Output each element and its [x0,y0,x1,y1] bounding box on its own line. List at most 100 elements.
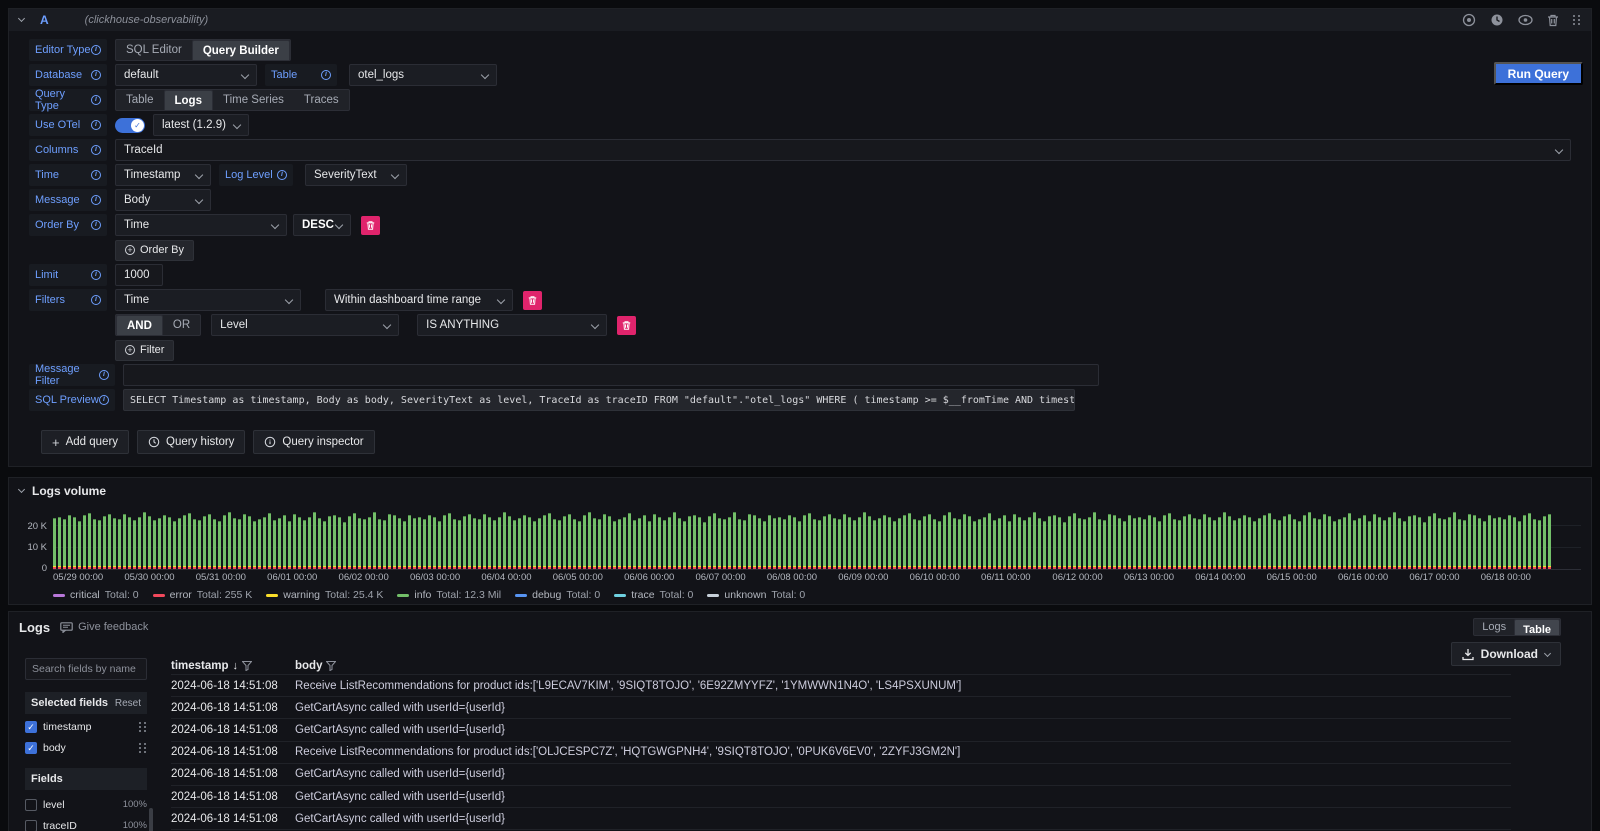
legend-item-error[interactable]: errorTotal: 255 K [153,589,253,601]
table-row[interactable]: 2024-06-18 14:51:08GetCartAsync called w… [171,763,1511,785]
info-icon[interactable]: i [91,195,101,205]
volume-bar [1443,519,1446,569]
duplicate-icon[interactable] [1462,13,1476,27]
filter-funnel-icon[interactable] [326,661,336,671]
collapse-chevron-icon[interactable] [18,486,25,493]
table-row[interactable]: 2024-06-18 14:51:08GetCartAsync called w… [171,807,1511,829]
columns-multiselect[interactable]: TraceId [115,139,1571,161]
available-field-traceID[interactable]: traceID100% [25,817,147,831]
selected-field-timestamp[interactable]: ✓timestamp [25,718,147,735]
add-filter-button[interactable]: +Filter [115,340,174,361]
otel-version-select[interactable]: latest (1.2.9) [153,114,249,136]
add-order-by-button[interactable]: +Order By [115,240,194,261]
checkbox-unchecked[interactable] [25,799,37,811]
query-inspector-button[interactable]: Query inspector [253,430,374,454]
info-icon[interactable]: i [99,395,109,405]
order-by-direction-select[interactable]: DESC [293,214,351,236]
and-option[interactable]: AND [116,315,163,336]
legend-item-trace[interactable]: traceTotal: 0 [614,589,693,601]
legend-item-unknown[interactable]: unknownTotal: 0 [707,589,805,601]
add-query-button[interactable]: +Add query [41,430,129,454]
database-select[interactable]: default [115,64,257,86]
filter2-field-select[interactable]: Level [211,314,399,336]
query-type-timeseries[interactable]: Time Series [213,90,294,110]
legend-item-warning[interactable]: warningTotal: 25.4 K [266,589,383,601]
use-otel-toggle[interactable]: ✓ [115,118,145,133]
or-option[interactable]: OR [163,315,200,335]
filter2-operator-select[interactable]: IS ANYTHING [417,314,607,336]
checkbox-checked[interactable]: ✓ [25,721,37,733]
limit-input[interactable]: 1000 [115,264,163,286]
info-icon[interactable]: i [91,270,101,280]
eye-icon[interactable] [1518,14,1533,26]
remove-order-by-button[interactable] [361,216,380,235]
remove-filter-button[interactable] [523,291,542,310]
selected-field-body[interactable]: ✓body [25,739,147,756]
table-row[interactable]: 2024-06-18 14:51:08GetCartAsync called w… [171,718,1511,740]
info-icon[interactable]: i [91,95,101,105]
order-by-field-select[interactable]: Time [115,214,287,236]
sql-editor-option[interactable]: SQL Editor [116,40,192,60]
volume-bar [693,515,696,569]
table-row[interactable]: 2024-06-18 14:51:08GetCartAsync called w… [171,785,1511,807]
info-icon[interactable]: i [91,170,101,180]
filter-operator-select[interactable]: Within dashboard time range [325,289,513,311]
query-type-table[interactable]: Table [116,90,164,110]
log-level-select[interactable]: SeverityText [305,164,407,186]
available-field-level[interactable]: level100% [25,796,147,813]
timestamp-column-header[interactable]: timestamp ↓ [171,660,295,672]
info-icon[interactable]: i [91,45,101,55]
table-row[interactable]: 2024-06-18 14:51:08Receive ListRecommend… [171,741,1511,763]
filter-funnel-icon[interactable] [242,661,252,671]
run-query-button[interactable]: Run Query [1494,62,1583,85]
volume-bar [1448,517,1451,569]
volume-bar [658,517,661,569]
table-row[interactable]: 2024-06-18 14:51:08Receive ListRecommend… [171,674,1511,696]
filter-field-select[interactable]: Time [115,289,301,311]
message-select[interactable]: Body [115,189,211,211]
query-history-button[interactable]: Query history [137,430,245,454]
message-filter-input[interactable] [123,364,1099,386]
query-type-logs[interactable]: Logs [164,90,213,111]
info-icon[interactable]: i [91,145,101,155]
info-icon[interactable]: i [91,120,101,130]
table-row[interactable]: 2024-06-18 14:51:08GetCartAsync called w… [171,696,1511,718]
query-builder-option[interactable]: Query Builder [192,40,290,61]
sort-desc-icon[interactable]: ↓ [233,660,239,672]
history-clock-icon[interactable] [1490,13,1504,27]
reset-fields-button[interactable]: Reset [115,698,141,709]
sql-preview-label: SQL Previewi [29,389,115,411]
sidebar-scrollbar[interactable] [149,808,153,831]
plus-icon: + [52,435,60,450]
legend-item-debug[interactable]: debugTotal: 0 [515,589,600,601]
time-column-select[interactable]: Timestamp [115,164,211,186]
download-button[interactable]: Download [1451,642,1561,666]
drag-handle-icon[interactable] [139,722,147,732]
give-feedback-link[interactable]: Give feedback [60,621,148,633]
info-icon[interactable]: i [91,70,101,80]
logs-volume-header[interactable]: Logs volume [19,482,1581,500]
legend-item-critical[interactable]: criticalTotal: 0 [53,589,139,601]
legend-item-info[interactable]: infoTotal: 12.3 Mil [397,589,501,601]
info-icon[interactable]: i [91,220,101,230]
checkbox-checked[interactable]: ✓ [25,742,37,754]
collapse-chevron-icon[interactable] [18,15,25,22]
drag-handle-icon[interactable] [139,743,147,753]
search-fields-input[interactable] [25,658,147,680]
info-icon[interactable]: i [99,370,109,380]
body-column-header[interactable]: body [295,660,336,672]
info-icon[interactable]: i [277,170,287,180]
volume-bar [1053,515,1056,569]
info-icon[interactable]: i [321,70,331,80]
delete-query-trash-icon[interactable] [1547,14,1559,27]
query-row-header[interactable]: A (clickhouse-observability) [9,9,1591,31]
table-select[interactable]: otel_logs [349,64,497,86]
info-icon[interactable]: i [91,295,101,305]
plot-area[interactable] [53,506,1581,570]
drag-handle-icon[interactable] [1573,15,1581,25]
query-type-traces[interactable]: Traces [294,90,349,110]
remove-filter2-button[interactable] [617,316,636,335]
checkbox-unchecked[interactable] [25,820,37,831]
view-table-option[interactable]: Table [1514,619,1560,636]
view-logs-option[interactable]: Logs [1474,619,1514,635]
